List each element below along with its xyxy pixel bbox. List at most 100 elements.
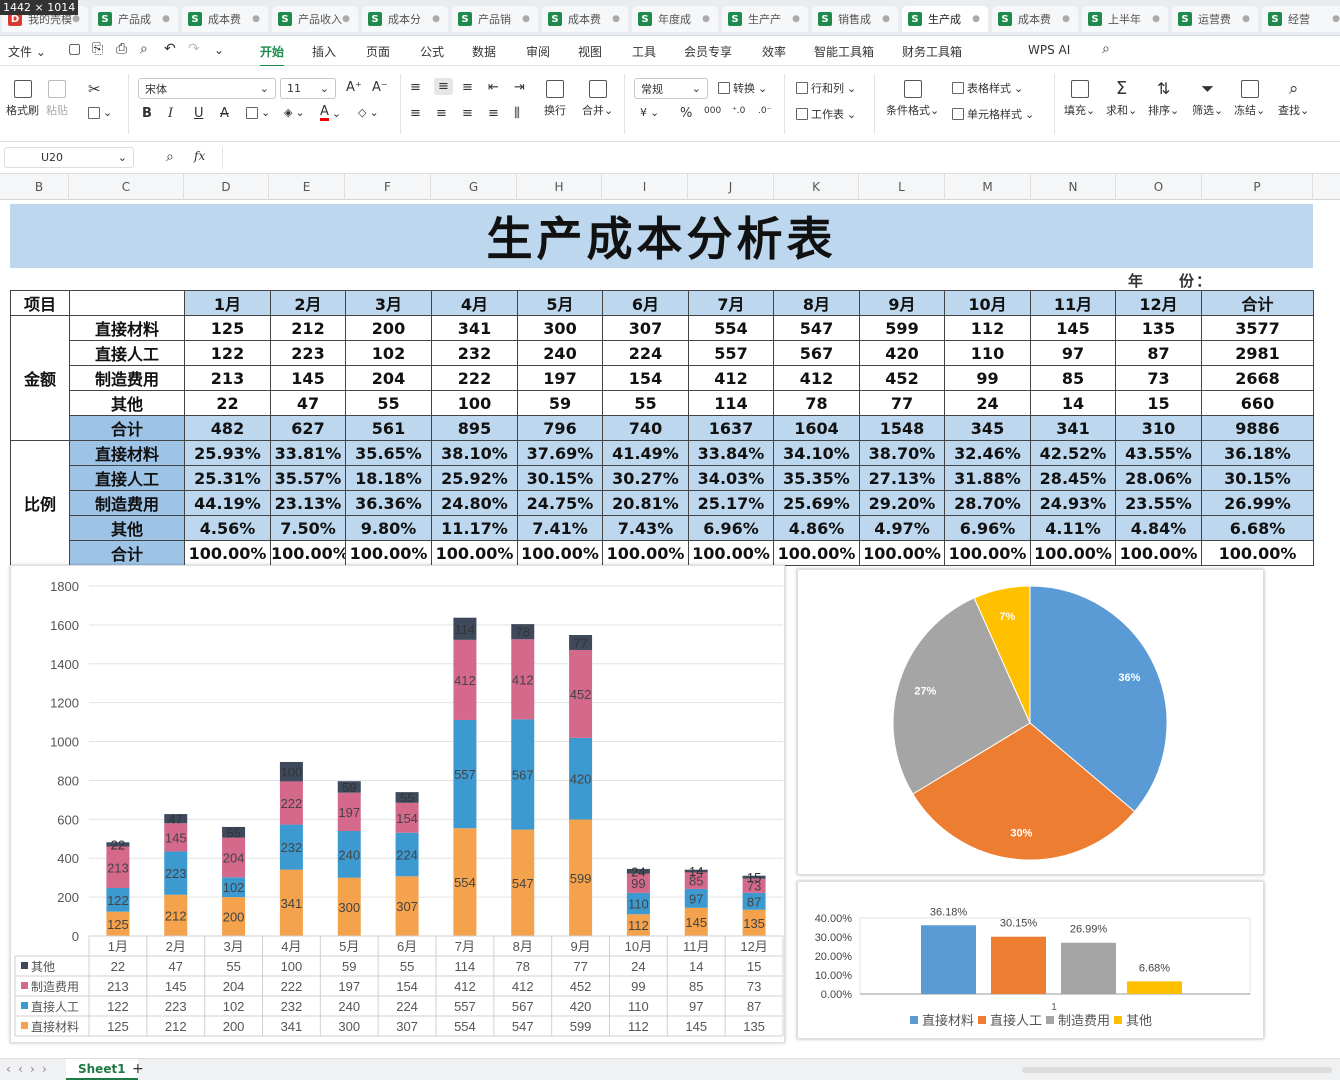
- indent-increase-icon[interactable]: ⇥: [514, 80, 525, 95]
- table-cell[interactable]: 7.43%: [602, 515, 689, 541]
- table-cell[interactable]: 627: [270, 415, 346, 441]
- worksheet-area[interactable]: 生产成本分析表 年 份： 项目 1月 2月 3月 4月 5月 6月 7月 8月 9月 10月 11月 1…: [10, 200, 1340, 1055]
- search-icon[interactable]: ⌕: [1102, 41, 1110, 57]
- table-cell[interactable]: 26.99%: [1201, 490, 1314, 516]
- print-icon[interactable]: ⎙: [116, 41, 127, 57]
- document-tab[interactable]: S 成本费 ●: [542, 6, 628, 32]
- menu-tab-9[interactable]: 效率: [762, 43, 786, 60]
- table-cell[interactable]: 43.55%: [1115, 440, 1202, 466]
- table-cell[interactable]: 110: [944, 340, 1031, 366]
- table-cell[interactable]: 112: [944, 315, 1031, 341]
- header-cell[interactable]: 12月: [1115, 290, 1202, 316]
- percent-button[interactable]: %: [680, 106, 692, 121]
- prev-sheet-icon[interactable]: ‹: [18, 1062, 23, 1076]
- table-cell[interactable]: 307: [602, 315, 689, 341]
- column-header[interactable]: G: [431, 174, 517, 200]
- row-label-cell[interactable]: 制造费用: [69, 490, 185, 516]
- table-cell[interactable]: 29.20%: [859, 490, 945, 516]
- table-cell[interactable]: 3577: [1201, 315, 1314, 341]
- decrease-decimal-icon[interactable]: .0⁻: [758, 106, 771, 116]
- font-name-select[interactable]: 宋体 ⌄: [138, 78, 276, 99]
- number-format-select[interactable]: 常规 ⌄: [634, 78, 708, 99]
- table-cell[interactable]: 78: [773, 390, 860, 416]
- table-cell[interactable]: 6.96%: [944, 515, 1031, 541]
- table-cell[interactable]: 6.68%: [1201, 515, 1314, 541]
- table-cell[interactable]: 212: [270, 315, 346, 341]
- horizontal-scrollbar[interactable]: [1022, 1067, 1332, 1073]
- table-cell[interactable]: 55: [345, 390, 432, 416]
- table-cell[interactable]: 38.10%: [431, 440, 518, 466]
- align-top-icon[interactable]: ≡: [410, 80, 421, 95]
- table-cell[interactable]: 35.57%: [270, 465, 346, 491]
- align-left-icon[interactable]: ≡: [410, 106, 421, 121]
- table-cell[interactable]: 14: [1030, 390, 1116, 416]
- sort-button[interactable]: ⇅ 排序⌄: [1148, 80, 1179, 118]
- underline-button[interactable]: U: [194, 106, 204, 121]
- row-label-cell[interactable]: 直接材料: [69, 315, 185, 341]
- ratio-bar-chart[interactable]: 0.00% 10.00% 20.00% 30.00% 40.00% 36.18% 30.15…: [797, 881, 1264, 1039]
- header-cell[interactable]: 5月: [517, 290, 603, 316]
- table-cell[interactable]: 25.17%: [688, 490, 774, 516]
- table-cell[interactable]: 561: [345, 415, 432, 441]
- first-sheet-icon[interactable]: ‹: [6, 1062, 11, 1076]
- row-label-cell[interactable]: 合计: [69, 540, 185, 566]
- close-tab-icon[interactable]: ●: [72, 14, 80, 24]
- copy-button[interactable]: ⌄: [88, 106, 112, 119]
- close-tab-icon[interactable]: ●: [522, 14, 530, 24]
- table-cell[interactable]: 15: [1115, 390, 1202, 416]
- column-header[interactable]: F: [345, 174, 431, 200]
- table-cell[interactable]: 42.52%: [1030, 440, 1116, 466]
- conditional-format-button[interactable]: 条件格式⌄: [886, 80, 939, 118]
- distributed-icon[interactable]: ⫼: [514, 106, 520, 121]
- close-tab-icon[interactable]: ●: [792, 14, 800, 24]
- document-tab[interactable]: S 成本分 ●: [362, 6, 448, 32]
- font-size-select[interactable]: 11 ⌄: [280, 78, 336, 99]
- table-cell[interactable]: 100.00%: [431, 540, 518, 566]
- table-cell[interactable]: 100.00%: [1201, 540, 1314, 566]
- close-tab-icon[interactable]: ●: [882, 14, 890, 24]
- document-tab[interactable]: S 生产产 ●: [722, 6, 808, 32]
- table-cell[interactable]: 25.69%: [773, 490, 860, 516]
- menu-tab-7[interactable]: 工具: [632, 43, 656, 60]
- document-tab[interactable]: S 成本费 ●: [182, 6, 268, 32]
- close-tab-icon[interactable]: ●: [1332, 14, 1340, 24]
- table-cell[interactable]: 557: [688, 340, 774, 366]
- sum-button[interactable]: Σ 求和⌄: [1106, 80, 1137, 118]
- group-label-cell[interactable]: 比例: [10, 440, 70, 566]
- fill-color-button[interactable]: ◈ ⌄: [284, 106, 305, 119]
- table-cell[interactable]: 1637: [688, 415, 774, 441]
- table-cell[interactable]: 35.35%: [773, 465, 860, 491]
- close-tab-icon[interactable]: ●: [972, 14, 980, 24]
- close-tab-icon[interactable]: ●: [1152, 14, 1160, 24]
- table-cell[interactable]: 97: [1030, 340, 1116, 366]
- undo-icon[interactable]: ↶: [164, 41, 176, 57]
- table-cell[interactable]: 125: [184, 315, 271, 341]
- table-cell[interactable]: 204: [345, 365, 432, 391]
- thousands-separator-icon[interactable]: 000: [704, 106, 721, 116]
- table-cell[interactable]: 22: [184, 390, 271, 416]
- column-header[interactable]: P: [1202, 174, 1313, 200]
- table-cell[interactable]: 31.88%: [944, 465, 1031, 491]
- table-cell[interactable]: 20.81%: [602, 490, 689, 516]
- increase-decimal-icon[interactable]: ⁺.0: [732, 106, 745, 116]
- stacked-bar-chart[interactable]: 0 200 400 600 800 1000 1200 1400 1600 1800 125 122 2…: [10, 565, 785, 1043]
- table-cell[interactable]: 55: [602, 390, 689, 416]
- header-cell[interactable]: [69, 290, 185, 316]
- row-label-cell[interactable]: 其他: [69, 515, 185, 541]
- header-cell[interactable]: 11月: [1030, 290, 1116, 316]
- document-tab[interactable]: S 经营 ●: [1262, 6, 1340, 32]
- table-cell[interactable]: 412: [688, 365, 774, 391]
- document-tab[interactable]: S 生产成 ●: [902, 6, 988, 32]
- table-cell[interactable]: 99: [944, 365, 1031, 391]
- table-cell[interactable]: 345: [944, 415, 1031, 441]
- document-tab[interactable]: S 成本费 ●: [992, 6, 1078, 32]
- table-cell[interactable]: 341: [1030, 415, 1116, 441]
- table-cell[interactable]: 100.00%: [270, 540, 346, 566]
- table-cell[interactable]: 34.10%: [773, 440, 860, 466]
- header-cell[interactable]: 合计: [1201, 290, 1314, 316]
- row-label-cell[interactable]: 其他: [69, 390, 185, 416]
- table-cell[interactable]: 554: [688, 315, 774, 341]
- table-cell[interactable]: 4.97%: [859, 515, 945, 541]
- table-cell[interactable]: 30.15%: [1201, 465, 1314, 491]
- document-tab[interactable]: S 销售成 ●: [812, 6, 898, 32]
